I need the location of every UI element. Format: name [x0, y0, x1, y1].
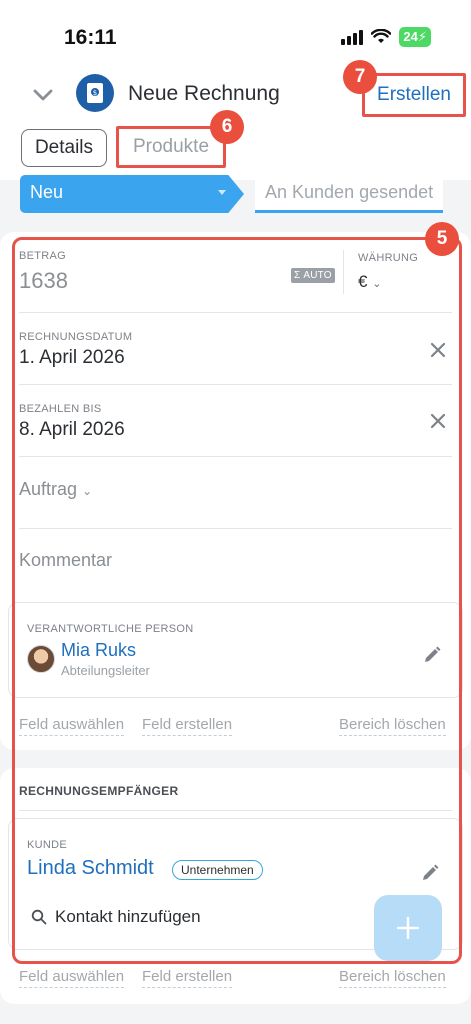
chevron-down-icon: ⌄ — [82, 484, 93, 498]
responsible-caption: VERANTWORTLICHE PERSON — [27, 623, 194, 635]
delete-section-link[interactable]: Bereich löschen — [339, 968, 446, 988]
stage-current-label: Neu — [30, 182, 64, 202]
recipient-section-title: RECHNUNGSEMPFÄNGER — [19, 784, 179, 798]
create-button[interactable]: Erstellen — [362, 73, 466, 117]
currency-select[interactable]: € ⌄ — [358, 272, 381, 292]
main-card: BETRAG 1638 Σ AUTO WÄHRUNG € ⌄ RECHNUNGS… — [0, 232, 471, 750]
client-name[interactable]: Linda Schmidt — [27, 857, 154, 880]
add-contact-label: Kontakt hinzufügen — [55, 907, 201, 926]
annotation-badge-6: 6 — [210, 110, 244, 144]
annotation-badge-5: 5 — [425, 222, 459, 256]
tab-details[interactable]: Details — [21, 129, 107, 167]
stage-dropdown-icon — [218, 190, 226, 195]
order-label: Auftrag — [19, 479, 78, 499]
divider — [19, 312, 452, 313]
create-field-link[interactable]: Feld erstellen — [142, 968, 233, 988]
stage-bar: Neu An Kunden gesendet — [0, 175, 471, 215]
stage-current[interactable]: Neu — [20, 175, 244, 213]
amount-caption: BETRAG — [19, 250, 67, 262]
amount-value[interactable]: 1638 — [19, 268, 68, 294]
client-type-tag: Unternehmen — [172, 860, 263, 880]
clear-date-icon[interactable] — [427, 339, 449, 361]
add-contact-button[interactable]: Kontakt hinzufügen — [31, 907, 201, 927]
wifi-icon — [371, 29, 392, 43]
stage-next[interactable]: An Kunden gesendet — [255, 175, 443, 213]
currency-caption: WÄHRUNG — [358, 252, 419, 264]
page-title: Neue Rechnung — [128, 82, 280, 105]
divider — [19, 384, 452, 385]
divider — [19, 810, 452, 811]
comment-field[interactable]: Kommentar — [19, 550, 112, 571]
order-field[interactable]: Auftrag ⌄ — [19, 479, 92, 500]
chevron-down-icon: ⌄ — [372, 278, 382, 290]
avatar — [27, 645, 55, 673]
due-date-caption: BEZAHLEN BIS — [19, 403, 102, 415]
delete-section-link[interactable]: Bereich löschen — [339, 716, 446, 736]
plus-icon — [396, 916, 420, 940]
status-bar: 16:11 24⚡ — [0, 0, 471, 70]
recipient-card: RECHNUNGSEMPFÄNGER KUNDE Linda Schmidt U… — [0, 768, 471, 1004]
document-dollar-icon: $ — [87, 83, 103, 103]
responsible-role: Abteilungsleiter — [61, 663, 150, 678]
invoice-icon: $ — [76, 74, 114, 112]
invoice-date-value[interactable]: 1. April 2026 — [19, 347, 125, 369]
svg-text:$: $ — [93, 89, 97, 97]
currency-value: € — [358, 272, 368, 291]
pencil-icon[interactable] — [420, 863, 440, 883]
due-date-value[interactable]: 8. April 2026 — [19, 419, 125, 441]
create-field-link[interactable]: Feld erstellen — [142, 716, 233, 736]
add-fab-button[interactable] — [374, 895, 442, 961]
annotation-badge-7: 7 — [343, 60, 377, 94]
signal-icon — [341, 29, 364, 45]
amount-currency-divider — [343, 250, 344, 294]
battery-icon: 24⚡ — [399, 27, 431, 47]
chevron-down-icon[interactable] — [30, 82, 56, 108]
status-icons: 24⚡ — [341, 27, 431, 47]
divider — [19, 528, 452, 529]
clear-due-date-icon[interactable] — [427, 410, 449, 432]
invoice-date-caption: RECHNUNGSDATUM — [19, 331, 133, 343]
header: $ Neue Rechnung Erstellen 7 Details Prod… — [0, 60, 471, 180]
tab-products[interactable]: Produkte — [116, 126, 226, 168]
battery-level: 24 — [403, 29, 418, 44]
search-icon — [31, 909, 47, 925]
status-time: 16:11 — [64, 26, 117, 49]
pencil-icon[interactable] — [422, 645, 442, 665]
sum-auto-badge: Σ AUTO — [291, 268, 335, 283]
client-caption: KUNDE — [27, 839, 68, 851]
select-field-link[interactable]: Feld auswählen — [19, 968, 125, 988]
responsible-name[interactable]: Mia Ruks — [61, 640, 136, 661]
divider — [19, 456, 452, 457]
responsible-card: VERANTWORTLICHE PERSON Mia Ruks Abteilun… — [8, 602, 463, 698]
select-field-link[interactable]: Feld auswählen — [19, 716, 125, 736]
